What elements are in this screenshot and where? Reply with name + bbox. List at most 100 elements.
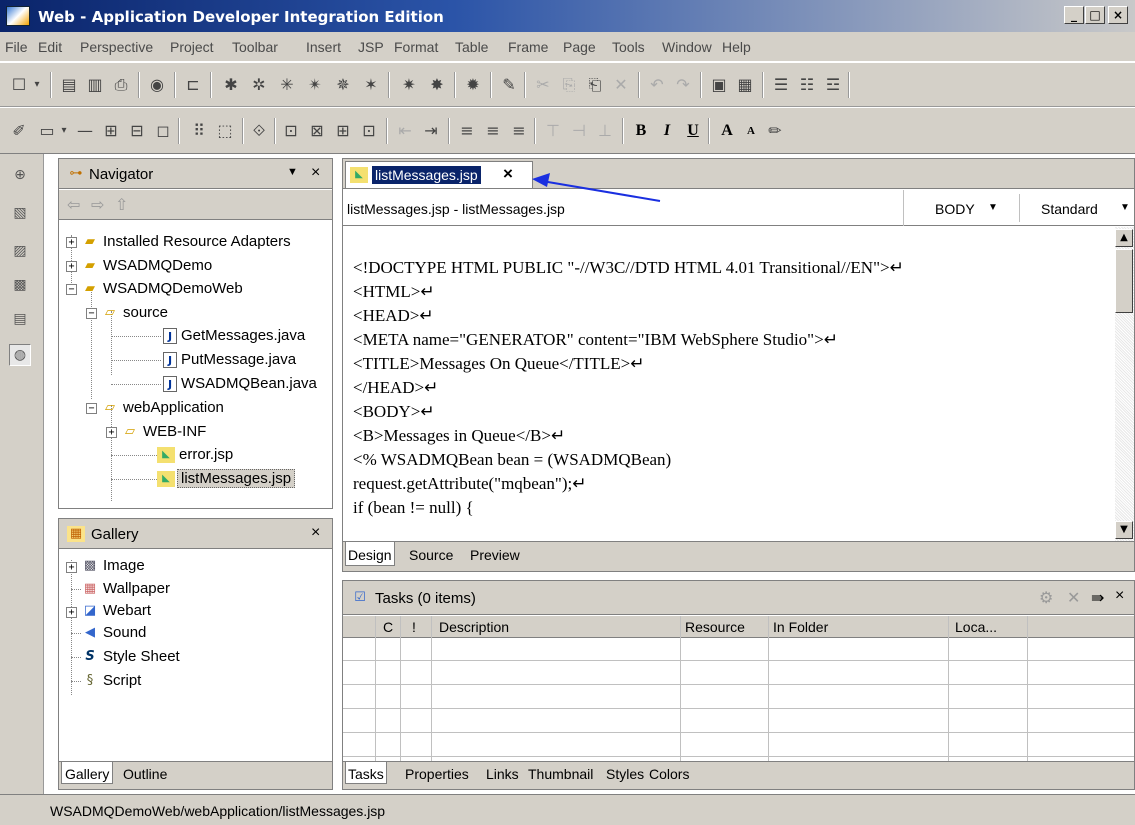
tab-design[interactable]: Design	[345, 542, 395, 566]
link-icon[interactable]: ⟐	[248, 120, 270, 142]
tree-item[interactable]: PutMessage.java	[181, 351, 296, 368]
layout-icon[interactable]: ⊟	[126, 120, 148, 142]
align-right-icon[interactable]: ≡	[508, 120, 530, 142]
jsp-bean-icon[interactable]: ⊠	[306, 120, 328, 142]
source-editor[interactable]: <!DOCTYPE HTML PUBLIC "-//W3C//DTD HTML …	[343, 227, 1115, 541]
expand-toggle[interactable]: +	[106, 427, 117, 438]
column-header-location[interactable]: Loca...	[955, 619, 997, 635]
go-to-task-icon[interactable]: ⇛	[1091, 588, 1104, 608]
frame-icon[interactable]: ◻	[152, 120, 174, 142]
wizard-b-icon[interactable]: ✸	[426, 74, 448, 96]
tree-item[interactable]: error.jsp	[179, 446, 233, 463]
gallery-item[interactable]: Sound	[103, 624, 146, 641]
jsp-expr-icon[interactable]: ⊞	[332, 120, 354, 142]
body-dropdown-icon[interactable]: ▼	[988, 202, 998, 213]
align-left-icon[interactable]: ≡	[456, 120, 478, 142]
valign-middle-icon[interactable]: ⊣	[568, 120, 590, 142]
expand-toggle[interactable]: +	[66, 607, 77, 618]
column-header-resource[interactable]: Resource	[685, 619, 745, 635]
select-icon[interactable]: ⬚	[214, 120, 236, 142]
editor-tab[interactable]: ◣ listMessages.jsp ×	[345, 161, 533, 188]
hierarchy-icon[interactable]: ⊏	[182, 74, 204, 96]
run-icon[interactable]: ✱	[220, 74, 242, 96]
gallery-item[interactable]: Wallpaper	[103, 580, 170, 597]
tab-source[interactable]: Source	[409, 547, 453, 563]
tree-item[interactable]: Installed Resource Adapters	[103, 233, 291, 250]
grid-icon[interactable]: ⠿	[188, 120, 210, 142]
menu-edit[interactable]: Edit	[38, 39, 62, 55]
perspective-server-icon[interactable]: ▩	[9, 274, 31, 296]
body-select[interactable]: BODY	[935, 201, 975, 217]
tree-item[interactable]: source	[123, 304, 168, 321]
italic-button[interactable]: I	[656, 120, 678, 142]
valign-bottom-icon[interactable]: ⊥	[594, 120, 616, 142]
close-window-button[interactable]: ×	[1108, 6, 1128, 24]
menu-help[interactable]: Help	[722, 39, 751, 55]
navigator-close-button[interactable]: ×	[311, 164, 320, 182]
tab-colors[interactable]: Colors	[649, 766, 689, 782]
media-icon[interactable]: ▦	[734, 74, 756, 96]
menu-jsp[interactable]: JSP	[358, 39, 384, 55]
save-all-icon[interactable]: ▥	[84, 74, 106, 96]
menu-format[interactable]: Format	[394, 39, 438, 55]
menu-table[interactable]: Table	[455, 39, 488, 55]
new-dropdown-icon[interactable]: ▾	[30, 74, 44, 96]
back-arrow-icon[interactable]: ⇦	[67, 195, 80, 215]
perspective-java-icon[interactable]: ▨	[9, 240, 31, 262]
column-header-c[interactable]: C	[383, 619, 393, 635]
maximize-button[interactable]: □	[1085, 6, 1105, 24]
gallery-close-button[interactable]: ×	[311, 524, 320, 542]
menu-page[interactable]: Page	[563, 39, 596, 55]
collapse-toggle[interactable]: −	[86, 308, 97, 319]
filter-icon[interactable]: ⚙	[1039, 588, 1053, 608]
gallery-item[interactable]: Image	[103, 557, 145, 574]
tree-item-selected[interactable]: listMessages.jsp	[177, 469, 296, 488]
horizontal-rule-icon[interactable]: —	[74, 120, 96, 142]
expand-toggle[interactable]: +	[66, 562, 77, 573]
print-icon[interactable]: ⎙	[110, 74, 132, 96]
perspective-resource-icon[interactable]: ▧	[9, 202, 31, 224]
redo-icon[interactable]: ↷	[672, 74, 694, 96]
font-size-down-button[interactable]: A	[740, 120, 762, 142]
editor-tab-label[interactable]: listMessages.jsp	[372, 166, 481, 184]
column-header-description[interactable]: Description	[439, 619, 509, 635]
form-icon[interactable]: ▭	[36, 120, 58, 142]
undo-icon[interactable]: ↶	[646, 74, 668, 96]
tab-styles[interactable]: Styles	[606, 766, 644, 782]
expand-toggle[interactable]: +	[66, 261, 77, 272]
align-center-icon[interactable]: ≡	[482, 120, 504, 142]
copy-icon[interactable]: ⎘	[558, 74, 580, 96]
tree-item[interactable]: GetMessages.java	[181, 327, 305, 344]
delete-icon[interactable]: ✕	[610, 74, 632, 96]
collapse-toggle[interactable]: −	[66, 284, 77, 295]
bold-button[interactable]: B	[630, 120, 652, 142]
tasks-close-button[interactable]: ×	[1115, 587, 1124, 605]
gallery-item[interactable]: Script	[103, 672, 141, 689]
color-picker-icon[interactable]: ✏	[764, 120, 786, 142]
column-header-in-folder[interactable]: In Folder	[773, 619, 828, 635]
tree-item[interactable]: WSADMQDemoWeb	[103, 280, 243, 297]
mode-dropdown-icon[interactable]: ▼	[1120, 202, 1130, 213]
deploy-icon[interactable]: ✶	[360, 74, 382, 96]
perspective-debug-icon[interactable]: ▤	[9, 308, 31, 330]
menu-window[interactable]: Window	[662, 39, 712, 55]
server-icon[interactable]: ✳	[276, 74, 298, 96]
tree-item[interactable]: WSADMQBean.java	[181, 375, 317, 392]
tab-tasks[interactable]: Tasks	[345, 762, 387, 784]
tree-item[interactable]: webApplication	[123, 399, 224, 416]
publish-icon[interactable]: ✵	[332, 74, 354, 96]
save-icon[interactable]: ▤	[58, 74, 80, 96]
text-field-icon[interactable]: ⊡	[280, 120, 302, 142]
perspective-web-icon[interactable]: ◍	[9, 344, 31, 366]
menu-file[interactable]: File	[5, 39, 28, 55]
pencil-icon[interactable]: ✐	[8, 120, 30, 142]
bullet-list-icon[interactable]: ☰	[770, 74, 792, 96]
mode-select[interactable]: Standard	[1041, 201, 1098, 217]
debug-icon[interactable]: ✲	[248, 74, 270, 96]
form-dropdown-icon[interactable]: ▾	[58, 120, 70, 142]
new-wizard-icon[interactable]: ☐	[8, 74, 30, 96]
pin-icon[interactable]: ✎	[498, 74, 520, 96]
editor-scrollbar[interactable]: ▲ ▼	[1115, 227, 1134, 541]
menu-insert[interactable]: Insert	[306, 39, 341, 55]
globe-icon[interactable]: ◉	[146, 74, 168, 96]
